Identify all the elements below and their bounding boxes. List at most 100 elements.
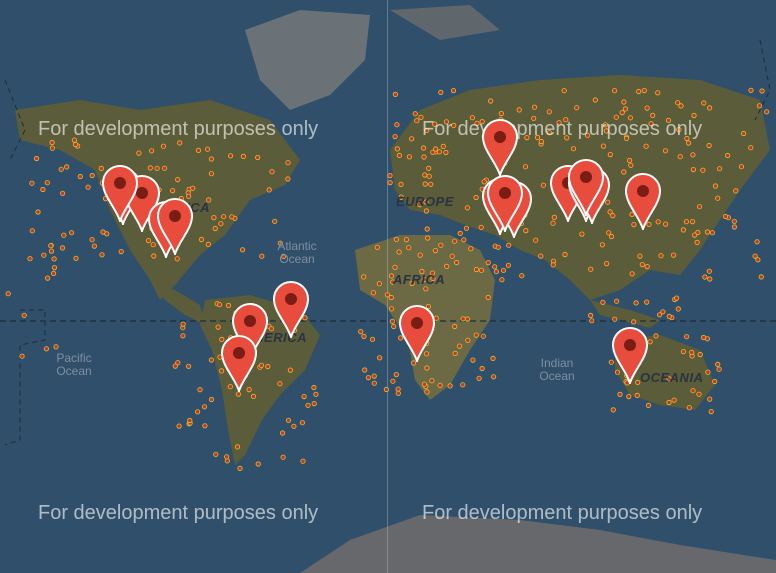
- city-dot: [716, 166, 723, 172]
- city-dot: [479, 365, 485, 372]
- city-dot: [622, 106, 629, 112]
- city-dot: [287, 367, 293, 373]
- city-dot: [463, 225, 470, 231]
- city-dot: [764, 109, 770, 115]
- city-dot: [570, 146, 577, 152]
- city-dot: [447, 383, 453, 389]
- city-dot: [371, 380, 377, 386]
- city-dot: [579, 231, 585, 237]
- city-dot: [300, 458, 306, 464]
- city-dot: [600, 143, 607, 149]
- dev-watermark: For development purposes only: [38, 502, 319, 524]
- city-dot: [653, 333, 659, 339]
- city-dot: [606, 230, 612, 236]
- city-dot: [388, 306, 395, 312]
- city-dot: [468, 246, 474, 252]
- city-dot: [44, 180, 50, 186]
- map-pin-icon[interactable]: [101, 164, 139, 222]
- city-dot: [408, 136, 415, 142]
- city-dot: [160, 143, 166, 149]
- city-dot: [464, 316, 470, 322]
- city-dot: [641, 88, 647, 94]
- city-dot: [208, 156, 214, 162]
- city-dot: [202, 423, 208, 429]
- city-dot: [613, 298, 620, 304]
- map-pin-icon[interactable]: [611, 326, 649, 384]
- city-dot: [190, 185, 196, 191]
- city-dot: [658, 253, 664, 259]
- city-dot: [522, 164, 529, 170]
- city-dot: [48, 243, 54, 249]
- city-dot: [422, 181, 428, 187]
- city-dot: [473, 194, 479, 201]
- map-pin-icon[interactable]: [272, 280, 310, 338]
- city-dot: [285, 176, 291, 182]
- city-dot: [634, 392, 640, 398]
- city-dot: [50, 270, 57, 276]
- city-dot: [485, 259, 491, 266]
- city-dot: [617, 391, 623, 397]
- city-dot: [365, 374, 371, 381]
- city-dot: [550, 262, 556, 268]
- city-dot: [51, 256, 57, 262]
- city-dot: [460, 316, 466, 322]
- city-dot: [423, 286, 429, 292]
- city-dot: [412, 111, 418, 117]
- city-dot: [715, 195, 721, 201]
- city-dot: [68, 230, 75, 236]
- city-dot: [208, 396, 215, 403]
- map-pin-icon[interactable]: [481, 118, 519, 176]
- city-dot: [680, 227, 687, 233]
- city-dot: [731, 218, 737, 224]
- city-dot: [259, 253, 265, 259]
- city-dot: [180, 321, 186, 327]
- city-dot: [588, 266, 594, 272]
- city-dot: [48, 248, 55, 254]
- city-dot: [696, 391, 702, 397]
- city-dot: [391, 323, 397, 330]
- map-pin-icon[interactable]: [156, 197, 194, 255]
- city-dot: [277, 381, 283, 387]
- city-dot: [740, 130, 747, 137]
- map-pin-icon[interactable]: [398, 304, 436, 362]
- city-dot: [607, 152, 613, 158]
- dev-watermark: For development purposes only: [422, 118, 703, 140]
- city-dot: [650, 112, 656, 119]
- city-dot: [701, 100, 707, 106]
- city-dot: [176, 423, 182, 429]
- city-dot: [438, 89, 444, 96]
- city-dot: [600, 299, 606, 305]
- city-dot: [311, 400, 317, 407]
- city-dot: [387, 173, 393, 179]
- city-dot: [53, 344, 59, 350]
- map-pin-icon[interactable]: [220, 334, 258, 392]
- city-dot: [51, 264, 58, 271]
- city-dot: [644, 263, 650, 270]
- city-dot: [645, 402, 652, 408]
- map-pin-icon[interactable]: [486, 174, 524, 232]
- city-dot: [495, 244, 501, 250]
- city-dot: [423, 208, 429, 214]
- city-dot: [452, 323, 458, 330]
- city-dot: [361, 333, 367, 339]
- map-canvas[interactable]: NORTH AMERICA SOUTH AMERICA EUROPE AFRIC…: [0, 0, 776, 573]
- city-dot: [480, 333, 486, 339]
- city-dot: [49, 145, 56, 151]
- city-dot: [162, 165, 168, 171]
- city-dot: [398, 181, 404, 187]
- city-dot: [437, 382, 443, 388]
- city-dot: [677, 154, 683, 160]
- city-dot: [456, 343, 463, 349]
- city-dot: [417, 252, 423, 258]
- city-dot: [255, 154, 261, 161]
- city-dot: [449, 253, 455, 259]
- city-dot: [414, 118, 420, 124]
- city-dot: [531, 104, 538, 110]
- map-pin-icon[interactable]: [567, 158, 605, 216]
- city-dot: [154, 165, 160, 171]
- city-dot: [611, 88, 618, 94]
- city-dot: [198, 236, 205, 243]
- map-pin-icon[interactable]: [624, 172, 662, 230]
- city-dot: [250, 393, 257, 399]
- city-dot: [240, 247, 246, 253]
